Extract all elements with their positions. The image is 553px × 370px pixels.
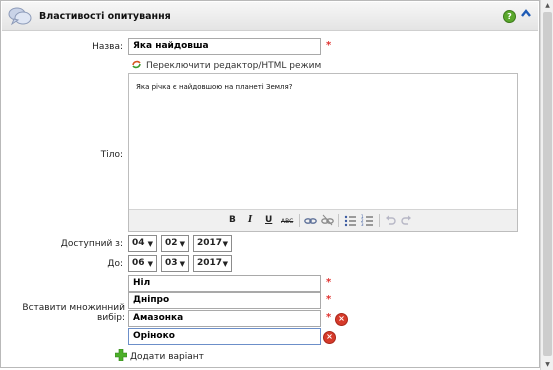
required-marker: * — [326, 312, 332, 323]
toolbar-separator — [299, 214, 300, 227]
toolbar-separator — [338, 214, 339, 227]
to-year-value: 2017 — [197, 258, 223, 268]
switch-editor-label: Переключити редактор/HTML режим — [146, 61, 322, 71]
choice-input[interactable]: Ніл — [128, 275, 321, 292]
body-editor[interactable]: Яка річка є найдовшою на планеті Земля? … — [128, 73, 518, 232]
undo-icon[interactable] — [385, 215, 396, 225]
choices-label: Вставити множинний вибір: — [22, 303, 125, 323]
scrollbar-thumb[interactable] — [543, 12, 552, 356]
available-to-label: До: — [107, 259, 123, 269]
from-year-value: 2017 — [197, 238, 223, 248]
available-from-label: Доступний з: — [60, 239, 123, 249]
italic-button[interactable]: I — [248, 214, 252, 226]
from-year-select[interactable]: 2017 ▼ — [193, 235, 232, 252]
speech-bubbles-icon — [8, 7, 32, 26]
name-label: Назва: — [92, 42, 123, 52]
dropdown-arrow-icon: ▼ — [147, 240, 153, 248]
redo-icon[interactable] — [401, 215, 412, 225]
collapse-arrow-icon[interactable] — [520, 8, 532, 20]
dropdown-arrow-icon: ▼ — [222, 240, 228, 248]
body-label: Тіло: — [100, 150, 123, 160]
dropdown-arrow-icon: ▼ — [147, 260, 153, 268]
from-day-value: 04 — [132, 238, 145, 248]
delete-icon[interactable]: × — [335, 313, 348, 326]
body-text[interactable]: Яка річка є найдовшою на планеті Земля? — [136, 83, 292, 91]
bold-button[interactable]: B — [229, 214, 236, 226]
to-month-value: 03 — [165, 258, 178, 268]
strikethrough-button[interactable]: ABC — [281, 216, 293, 228]
choice-input[interactable]: Амазонка — [128, 310, 321, 327]
vertical-scrollbar[interactable]: ▲ ▼ — [540, 0, 553, 370]
to-month-select[interactable]: 03 ▼ — [161, 255, 189, 272]
switch-editor-link[interactable]: Переключити редактор/HTML режим — [131, 59, 321, 71]
to-day-select[interactable]: 06 ▼ — [128, 255, 157, 272]
delete-icon[interactable]: × — [323, 331, 336, 344]
required-marker: * — [326, 294, 332, 305]
link-icon[interactable] — [304, 215, 317, 226]
add-icon — [115, 349, 127, 361]
add-choice-button[interactable]: Додати варіант — [115, 349, 204, 362]
unlink-icon[interactable] — [321, 214, 334, 226]
required-marker: * — [326, 40, 332, 51]
from-month-value: 02 — [165, 238, 178, 248]
panel-header: Властивості опитування ? — [2, 2, 538, 31]
panel-title: Властивості опитування — [39, 11, 171, 22]
required-marker: * — [326, 277, 332, 288]
bulleted-list-icon[interactable] — [344, 214, 356, 227]
scroll-down-icon[interactable]: ▼ — [541, 359, 553, 370]
to-year-select[interactable]: 2017 ▼ — [193, 255, 232, 272]
choice-input[interactable]: Оріноко — [128, 328, 321, 345]
to-day-value: 06 — [132, 258, 145, 268]
add-choice-label: Додати варіант — [130, 352, 204, 362]
poll-properties-panel: Властивості опитування ? Назва: Яка найд… — [0, 0, 540, 368]
dropdown-arrow-icon: ▼ — [179, 260, 185, 268]
dropdown-arrow-icon: ▼ — [222, 260, 228, 268]
editor-toolbar: B I U ABC 123 — [129, 209, 517, 231]
underline-button[interactable]: U — [265, 214, 272, 226]
choice-input[interactable]: Дніпро — [128, 292, 321, 309]
name-input[interactable]: Яка найдовша — [128, 38, 321, 55]
toolbar-separator — [379, 214, 380, 227]
from-day-select[interactable]: 04 ▼ — [128, 235, 157, 252]
scroll-up-icon[interactable]: ▲ — [541, 0, 553, 11]
from-month-select[interactable]: 02 ▼ — [161, 235, 189, 252]
svg-text:3: 3 — [361, 222, 364, 227]
help-icon[interactable]: ? — [503, 10, 516, 23]
refresh-icon — [132, 60, 141, 69]
dropdown-arrow-icon: ▼ — [179, 240, 185, 248]
numbered-list-icon[interactable]: 123 — [361, 214, 373, 227]
